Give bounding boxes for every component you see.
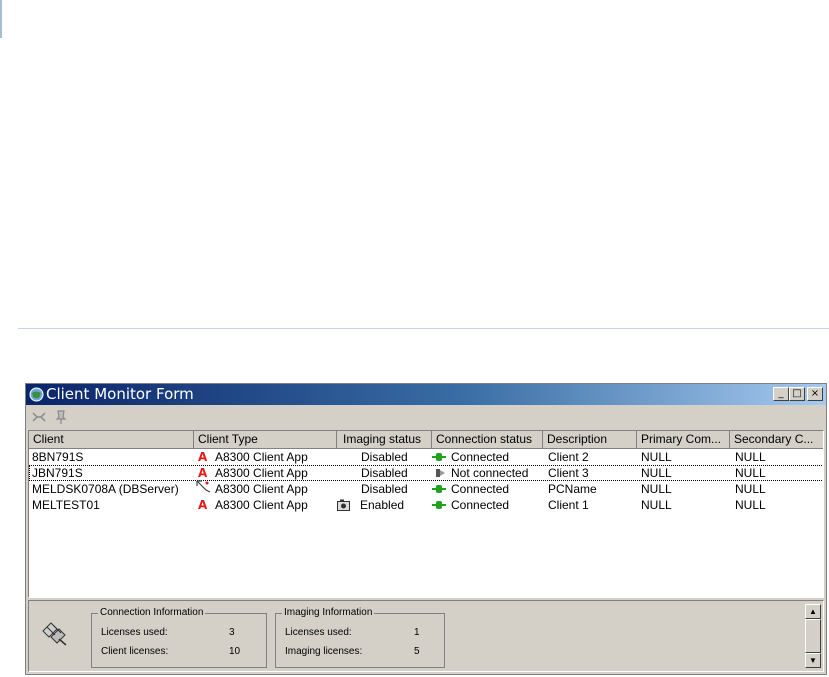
scroll-up-icon[interactable]: ▲ xyxy=(805,604,821,619)
close-button[interactable]: × xyxy=(807,387,823,401)
connection-status: Connected xyxy=(451,482,510,496)
scroll-down-icon[interactable]: ▼ xyxy=(805,653,821,668)
client-monitor-window: Client Monitor Form _ □ × Client Client … xyxy=(25,383,827,675)
connected-icon xyxy=(432,453,446,461)
imaging-info-group: Imaging Information Licenses used: 1 Ima… xyxy=(275,606,445,668)
client-name: JBN791S xyxy=(32,466,83,480)
maximize-button[interactable]: □ xyxy=(789,387,805,401)
description: PCName xyxy=(548,482,597,496)
scroll-thumb[interactable] xyxy=(805,619,821,653)
imaging-licenses-used-label: Licenses used: xyxy=(285,627,352,638)
primary-com: NULL xyxy=(641,482,672,496)
connected-icon xyxy=(432,485,446,493)
client-name: 8BN791S xyxy=(32,450,84,464)
description: Client 1 xyxy=(548,498,589,512)
secondary-com: NULL xyxy=(735,466,766,480)
secondary-com: NULL xyxy=(735,450,766,464)
page-corner-mark xyxy=(0,0,2,38)
connection-info-title: Connection Information xyxy=(98,606,206,620)
server-icon xyxy=(196,480,211,493)
info-scrollbar[interactable]: ▲ ▼ xyxy=(805,604,821,668)
column-header-secondary[interactable]: Secondary C... xyxy=(730,431,823,449)
imaging-licenses-used-value: 1 xyxy=(414,627,420,638)
network-plugs-icon xyxy=(42,622,67,646)
client-type: A8300 Client App xyxy=(215,450,308,464)
connected-icon xyxy=(432,501,446,509)
app-globe-icon xyxy=(29,387,44,402)
client-licenses-value: 10 xyxy=(229,646,241,657)
client-table: Client Client Type Imaging status Connec… xyxy=(28,430,824,598)
column-header-client[interactable]: Client xyxy=(29,431,194,449)
column-header-primary[interactable]: Primary Com... xyxy=(637,431,730,449)
window-title: Client Monitor Form xyxy=(46,385,194,403)
table-row[interactable]: MELTEST01 A A8300 Client App Enabled Con… xyxy=(29,497,823,513)
imaging-licenses-value: 5 xyxy=(414,646,420,657)
app-a-icon: A xyxy=(198,450,208,464)
client-type: A8300 Client App xyxy=(215,466,308,480)
not-connected-icon xyxy=(436,469,445,477)
imaging-status: Disabled xyxy=(361,482,408,496)
page-divider xyxy=(18,328,829,329)
table-row[interactable]: JBN791S A A8300 Client App Disabled Not … xyxy=(29,465,823,481)
imaging-status: Disabled xyxy=(361,450,408,464)
table-row[interactable]: MELDSK0708A (DBServer) A8300 Client App … xyxy=(29,480,823,497)
connection-info-group: Connection Information Licenses used: 3 … xyxy=(91,606,267,668)
connection-status: Not connected xyxy=(451,466,529,480)
info-panel: Connection Information Licenses used: 3 … xyxy=(28,600,824,672)
primary-com: NULL xyxy=(641,450,672,464)
client-type: A8300 Client App xyxy=(215,498,308,512)
toolbar xyxy=(28,407,824,429)
column-header-description[interactable]: Description xyxy=(543,431,637,449)
column-header-imaging-status[interactable]: Imaging status xyxy=(337,431,432,449)
pin-icon[interactable] xyxy=(53,409,69,425)
imaging-status: Enabled xyxy=(360,498,405,512)
app-a-icon: A xyxy=(198,498,208,512)
primary-com: NULL xyxy=(641,498,672,512)
title-bar[interactable]: Client Monitor Form _ □ × xyxy=(26,384,826,405)
description: Client 2 xyxy=(548,450,589,464)
column-header-connection-status[interactable]: Connection status xyxy=(432,431,543,449)
imaging-status: Disabled xyxy=(361,466,408,480)
connection-status: Connected xyxy=(451,450,510,464)
licenses-used-value: 3 xyxy=(229,627,235,638)
connection-status: Connected xyxy=(451,498,510,512)
client-type: A8300 Client App xyxy=(215,482,308,496)
minimize-button[interactable]: _ xyxy=(773,387,789,401)
secondary-com: NULL xyxy=(735,498,766,512)
secondary-com: NULL xyxy=(735,482,766,496)
client-name: MELTEST01 xyxy=(32,498,100,512)
imaging-licenses-label: Imaging licenses: xyxy=(285,646,363,657)
primary-com: NULL xyxy=(641,466,672,480)
licenses-used-label: Licenses used: xyxy=(101,627,168,638)
description: Client 3 xyxy=(548,466,589,480)
camera-icon xyxy=(337,499,350,511)
table-row[interactable]: 8BN791S A A8300 Client App Disabled Conn… xyxy=(29,449,823,465)
imaging-info-title: Imaging Information xyxy=(282,606,375,620)
column-header-client-type[interactable]: Client Type xyxy=(194,431,337,449)
client-licenses-label: Client licenses: xyxy=(101,646,169,657)
connect-clients-icon[interactable] xyxy=(31,409,47,425)
client-name: MELDSK0708A (DBServer) xyxy=(32,482,179,496)
